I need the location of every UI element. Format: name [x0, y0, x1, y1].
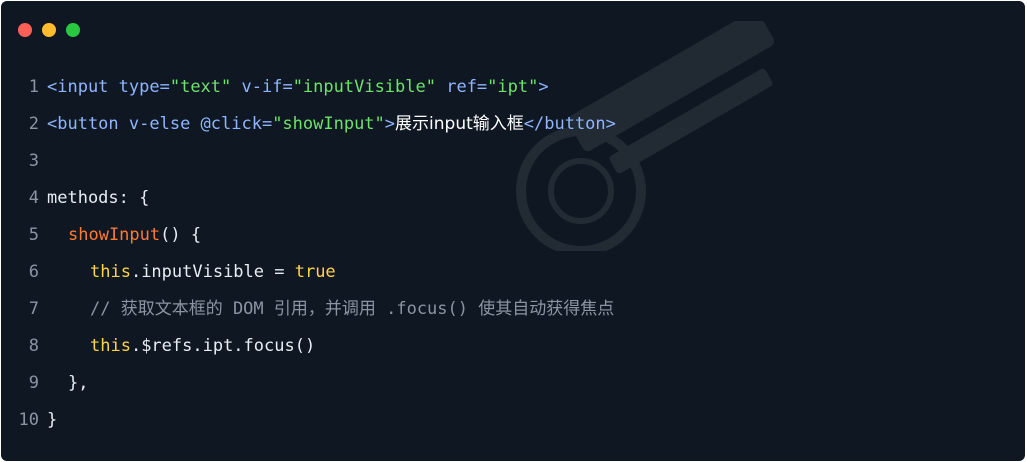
keyword-token: this — [90, 262, 131, 282]
code-window: 1 <input type="text" v-if="inputVisible"… — [1, 1, 1025, 461]
line-number: 6 — [28, 262, 39, 282]
code-line: 2 <button v-else @click="showInput">展示in… — [1, 106, 1025, 143]
string-token: "inputVisible" — [292, 77, 436, 97]
plain-token: methods: { — [47, 188, 150, 208]
code-line: 1 <input type="text" v-if="inputVisible"… — [1, 69, 1025, 106]
attr-token: v-if= — [231, 77, 293, 97]
code-text: this.$refs.ipt.focus() — [47, 328, 1025, 365]
close-dot-icon[interactable] — [18, 23, 32, 37]
code-text: } — [47, 402, 1025, 439]
line-number: 7 — [28, 299, 39, 319]
tag-token: <button — [47, 114, 119, 134]
attr-token: v-else @click= — [118, 114, 273, 134]
maximize-dot-icon[interactable] — [66, 23, 80, 37]
line-number: 5 — [28, 225, 39, 245]
code-text: // 获取文本框的 DOM 引用，并调用 .focus() 使其自动获得焦点 — [47, 291, 1025, 328]
attr-token: ref= — [435, 77, 488, 97]
code-text: methods: { — [47, 180, 1025, 217]
code-text: showInput() { — [47, 217, 1025, 254]
code-text: this.inputVisible = true — [47, 254, 1025, 291]
keyword-token: this — [90, 336, 131, 356]
code-line: 4 methods: { — [1, 180, 1025, 217]
tag-token: <input — [47, 77, 109, 97]
plain-token: .$refs.ipt.focus() — [130, 336, 316, 356]
line-number: 10 — [18, 410, 39, 430]
string-token: "text" — [169, 77, 232, 97]
keyword-token: true — [294, 262, 336, 282]
plain-token: .inputVisible = — [130, 262, 295, 282]
code-line: 8 this.$refs.ipt.focus() — [1, 328, 1025, 365]
line-number: 2 — [28, 114, 39, 134]
function-token: showInput — [68, 225, 161, 245]
plain-token: () { — [160, 225, 202, 245]
code-text: <input type="text" v-if="inputVisible" r… — [47, 69, 1025, 106]
code-line: 9 }, — [1, 365, 1025, 402]
plain-token: } — [47, 410, 58, 430]
line-number: 3 — [28, 151, 39, 171]
code-line: 3 — [1, 143, 1025, 180]
text-token: 展示input输入框 — [395, 114, 524, 134]
minimize-dot-icon[interactable] — [42, 23, 56, 37]
code-text: <button v-else @click="showInput">展示inpu… — [47, 106, 1025, 143]
tag-token: > — [384, 114, 396, 134]
line-number: 8 — [28, 336, 39, 356]
line-number: 4 — [28, 188, 39, 208]
window-controls — [18, 23, 80, 37]
line-number: 1 — [28, 77, 39, 97]
code-line: 7 // 获取文本框的 DOM 引用，并调用 .focus() 使其自动获得焦点 — [1, 291, 1025, 328]
code-text: }, — [47, 365, 1025, 402]
code-line: 10 } — [1, 402, 1025, 439]
code-block: 1 <input type="text" v-if="inputVisible"… — [1, 69, 1025, 439]
plain-token: }, — [68, 373, 89, 393]
code-line: 5 showInput() { — [1, 217, 1025, 254]
tag-token: </button> — [523, 114, 616, 134]
code-line: 6 this.inputVisible = true — [1, 254, 1025, 291]
string-token: "ipt" — [487, 77, 539, 97]
comment-token: // 获取文本框的 DOM 引用，并调用 .focus() 使其自动获得焦点 — [90, 299, 615, 319]
line-number: 9 — [28, 373, 39, 393]
string-token: "showInput" — [272, 114, 385, 134]
tag-token: > — [538, 77, 549, 97]
attr-token: type= — [108, 77, 170, 97]
